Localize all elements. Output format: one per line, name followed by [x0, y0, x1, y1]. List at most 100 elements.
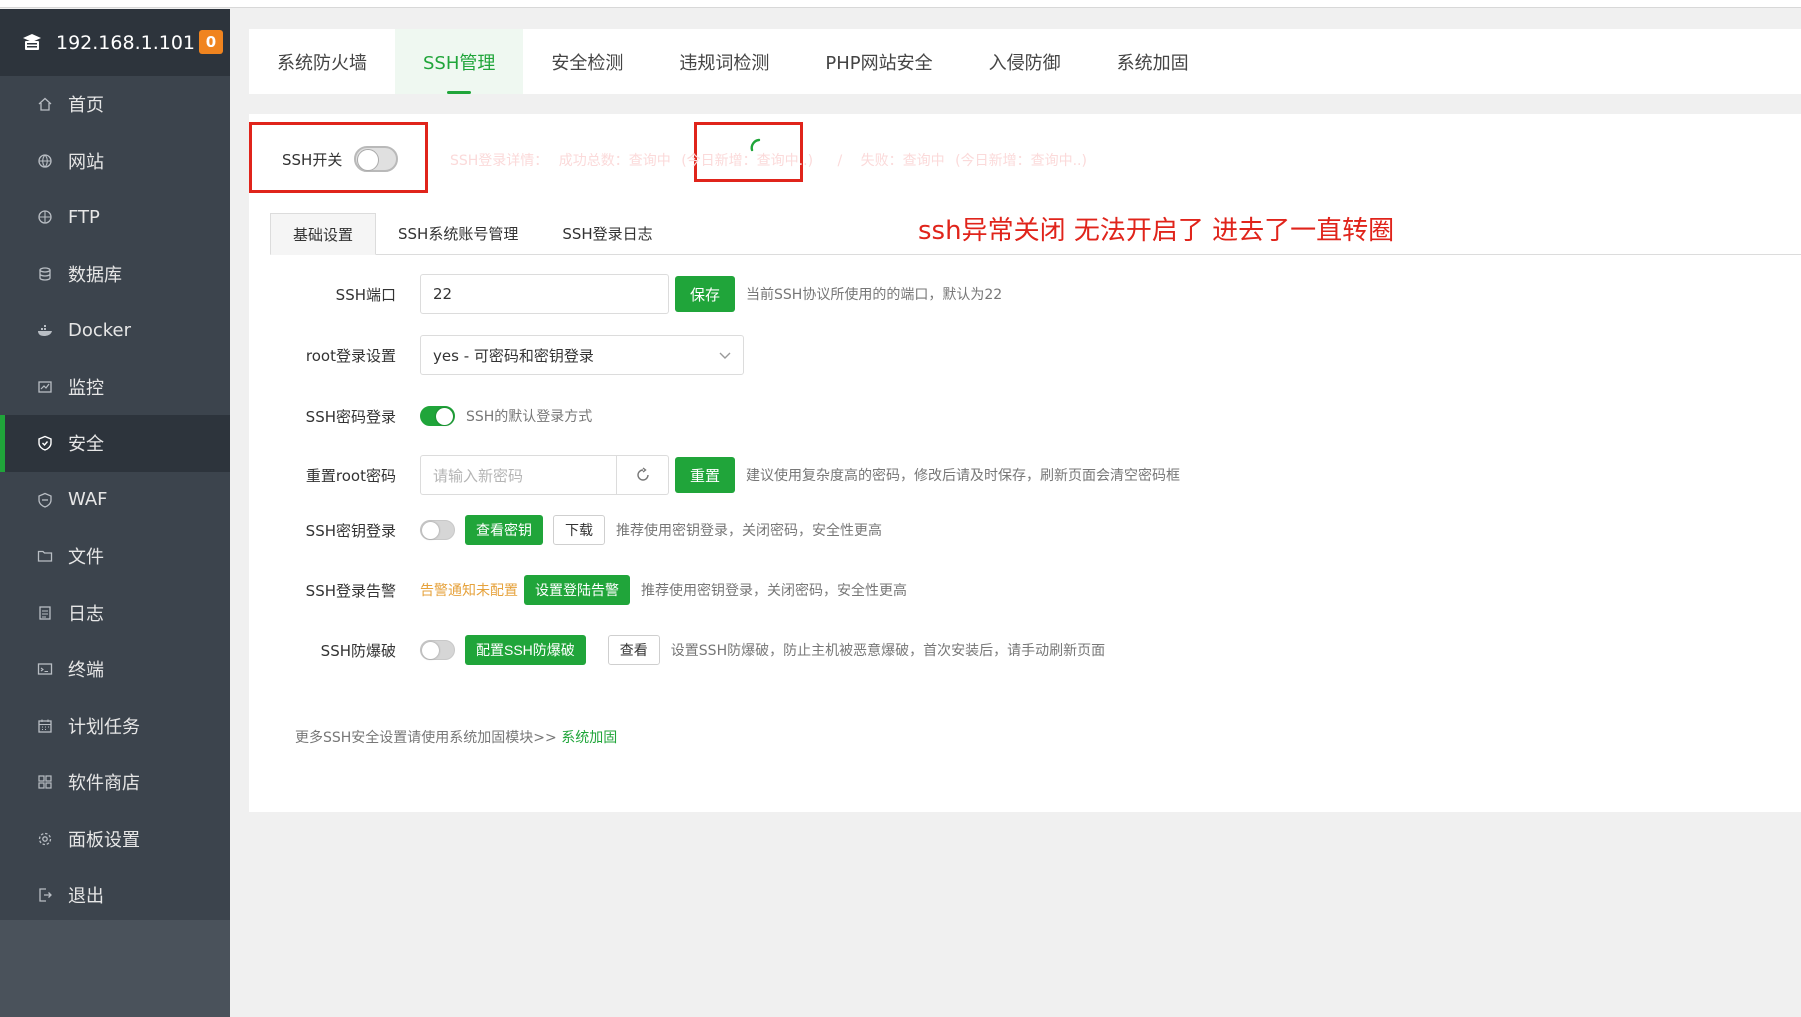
sidebar-item-8[interactable]: 文件 [0, 528, 230, 585]
logout-icon [36, 886, 54, 904]
sidebar-item-5[interactable]: 监控 [0, 359, 230, 416]
port-label: SSH端口 [335, 285, 396, 304]
brute-force-toggle[interactable] [420, 640, 455, 660]
docker-icon [36, 321, 54, 339]
login-alert-hint: 推荐使用密钥登录，关闭密码，安全性更高 [641, 583, 907, 599]
tab-3[interactable]: 违规词检测 [651, 29, 797, 94]
alert-not-configured: 告警通知未配置 [420, 583, 518, 599]
tab-2[interactable]: 安全检测 [523, 29, 651, 94]
config-brute-force-button[interactable]: 配置SSH防爆破 [465, 635, 586, 665]
sidebar-item-label: 网站 [68, 151, 104, 173]
tab-1[interactable]: SSH管理 [395, 29, 524, 94]
view-key-button[interactable]: 查看密钥 [465, 515, 543, 545]
save-port-button[interactable]: 保存 [675, 276, 736, 312]
folder-icon [36, 547, 54, 565]
ssh-panel: SSH开关 SSH登录详情： 成功总数：查询中 (今日新增：查询中..) / 失… [249, 114, 1801, 812]
chevron-down-icon [719, 346, 731, 364]
sidebar-header: 192.168.1.101 0 [0, 9, 230, 76]
tab-4[interactable]: PHP网站安全 [797, 29, 960, 94]
sidebar-item-10[interactable]: 终端 [0, 641, 230, 698]
log-icon [36, 604, 54, 622]
shield-icon [36, 434, 54, 452]
sidebar-item-11[interactable]: 计划任务 [0, 698, 230, 755]
reset-password-button[interactable]: 重置 [675, 457, 736, 493]
ftp-icon [36, 208, 54, 226]
tab-5[interactable]: 入侵防御 [961, 29, 1089, 94]
sidebar-item-label: 终端 [68, 660, 104, 682]
new-password-input[interactable]: 请输入新密码 [420, 455, 617, 495]
password-login-label: SSH密码登录 [305, 407, 396, 426]
success-total: 成功总数：查询中 [558, 153, 671, 169]
port-input[interactable]: 22 [420, 274, 669, 314]
fail-today: (今日新增：查询中..) [955, 153, 1087, 169]
root-login-label: root登录设置 [305, 346, 396, 365]
port-row: SSH端口 22 保存 当前SSH协议所使用的的端口，默认为22 [249, 274, 1002, 314]
tab-0[interactable]: 系统防火墙 [249, 29, 395, 94]
sidebar-item-14[interactable]: 退出 [0, 867, 230, 924]
server-icon [20, 31, 44, 55]
sidebar-item-label: 计划任务 [68, 716, 140, 738]
ssh-switch-toggle[interactable] [354, 146, 399, 172]
subtab-0[interactable]: 基础设置 [270, 213, 377, 255]
set-login-alert-button[interactable]: 设置登陆告警 [524, 575, 630, 605]
brute-force-hint: 设置SSH防爆破，防止主机被恶意爆破，首次安装后，请手动刷新页面 [670, 643, 1106, 659]
login-detail-label: SSH登录详情： [450, 153, 549, 169]
top-border [0, 0, 1801, 8]
fail-total: 失败：查询中 [860, 153, 945, 169]
sidebar-item-label: 文件 [68, 547, 104, 569]
info-separator: / [837, 153, 843, 169]
sidebar-item-6[interactable]: 安全 [0, 415, 230, 472]
monitor-icon [36, 378, 54, 396]
generate-password-button[interactable] [617, 455, 669, 495]
ssh-switch-row: SSH开关 [282, 146, 399, 172]
sidebar-item-label: FTP [68, 206, 100, 228]
key-login-toggle[interactable] [420, 520, 455, 540]
login-alert-row: SSH登录告警 告警通知未配置 设置登陆告警 推荐使用密钥登录，关闭密码，安全性… [249, 570, 907, 610]
root-login-select[interactable]: yes - 可密码和密钥登录 [420, 335, 744, 375]
sidebar-item-9[interactable]: 日志 [0, 585, 230, 642]
system-hardening-link[interactable]: 系统加固 [561, 730, 617, 746]
footer-text: 更多SSH安全设置请使用系统加固模块>> [295, 730, 562, 746]
sidebar-item-label: Docker [68, 319, 132, 341]
password-login-hint: SSH的默认登录方式 [466, 409, 593, 425]
home-icon [36, 95, 54, 113]
sidebar-item-label: 首页 [68, 95, 104, 117]
reset-root-row: 重置root密码 请输入新密码 重置 建议使用复杂度高的密码，修改后请及时保存，… [249, 455, 1180, 495]
waf-shield-icon [36, 491, 54, 509]
sidebar-item-label: 数据库 [68, 264, 122, 286]
download-key-button[interactable]: 下载 [553, 515, 605, 545]
sidebar-item-3[interactable]: 数据库 [0, 246, 230, 303]
security-tabs: 系统防火墙 SSH管理 安全检测 违规词检测 PHP网站安全 入侵防御 系统加固 [249, 29, 1801, 94]
globe-icon [36, 152, 54, 170]
login-alert-label: SSH登录告警 [305, 581, 396, 600]
apps-grid-icon [36, 773, 54, 791]
password-login-toggle[interactable] [420, 406, 455, 426]
reset-root-label: 重置root密码 [305, 466, 396, 485]
root-login-row: root登录设置 yes - 可密码和密钥登录 [249, 335, 744, 375]
sidebar-item-13[interactable]: 面板设置 [0, 811, 230, 868]
sidebar-item-4[interactable]: Docker [0, 302, 230, 359]
subtab-1[interactable]: SSH系统账号管理 [376, 212, 540, 254]
port-hint: 当前SSH协议所使用的的端口，默认为22 [746, 287, 1003, 303]
view-brute-force-button[interactable]: 查看 [607, 635, 660, 665]
host-address: 192.168.1.101 [56, 31, 196, 54]
sidebar-menu: 首页网站 FTP 数据库 Docker 监控 安全 WAF 文件日志终端计划任务软件商店面板设… [0, 76, 230, 924]
refresh-icon [636, 467, 649, 481]
key-login-row: SSH密钥登录 查看密钥 下载 推荐使用密钥登录，关闭密码，安全性更高 [249, 510, 882, 550]
tab-6[interactable]: 系统加固 [1089, 29, 1217, 94]
sidebar-footer [0, 920, 230, 1017]
gear-icon [36, 830, 54, 848]
password-login-row: SSH密码登录 SSH的默认登录方式 [249, 396, 592, 436]
sidebar-item-label: 退出 [68, 886, 104, 908]
sidebar-item-2[interactable]: FTP [0, 189, 230, 246]
notification-badge[interactable]: 0 [199, 30, 223, 54]
sidebar-item-1[interactable]: 网站 [0, 133, 230, 190]
sidebar-item-0[interactable]: 首页 [0, 76, 230, 133]
key-login-hint: 推荐使用密钥登录，关闭密码，安全性更高 [616, 523, 882, 539]
sidebar-item-12[interactable]: 软件商店 [0, 754, 230, 811]
ssh-subtabs: 基础设置 SSH系统账号管理 SSH登录日志 [270, 213, 1801, 255]
ssh-switch-label: SSH开关 [282, 150, 343, 169]
sidebar-item-7[interactable]: WAF [0, 472, 230, 529]
sidebar-item-label: 面板设置 [68, 829, 140, 851]
subtab-2[interactable]: SSH登录日志 [540, 212, 674, 254]
